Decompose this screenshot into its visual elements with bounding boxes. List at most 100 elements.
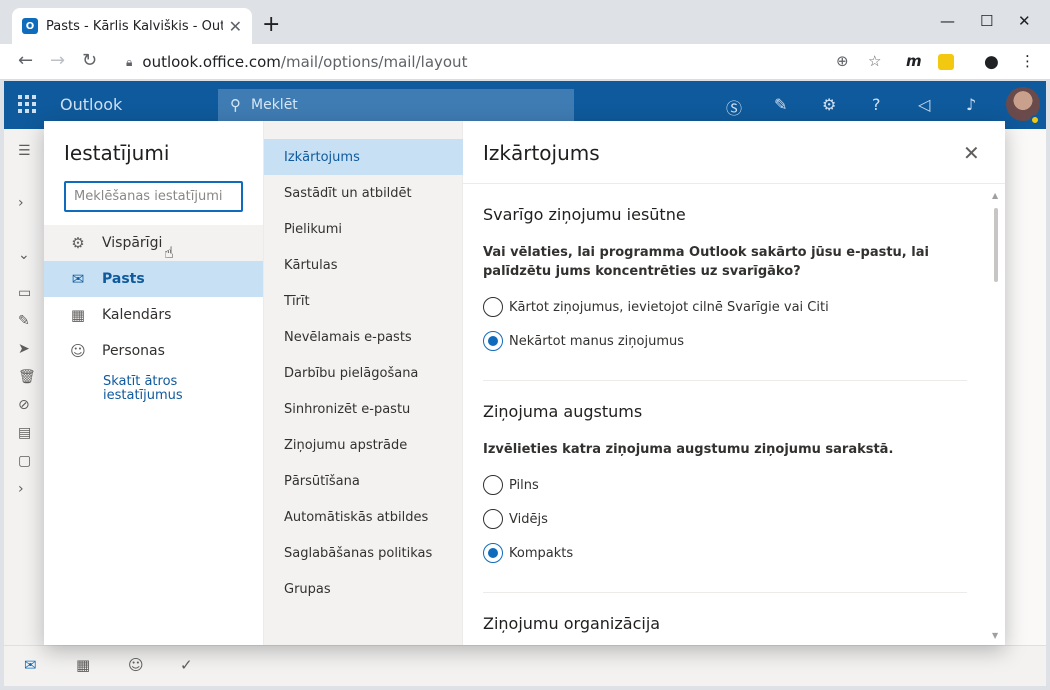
tab-close-icon[interactable]: ✕: [229, 17, 242, 36]
radio-button[interactable]: [483, 475, 503, 495]
browser-toolbar: ← → ↻ 🔒︎ outlook.office.com/mail/options…: [0, 44, 1050, 80]
settings-dialog: Iestatījumi ⚙ Vispārīgi ✉ Pasts ▦ Kalend…: [44, 121, 1005, 645]
quick-settings-link[interactable]: Skatīt ātros iestatījumus: [103, 375, 223, 403]
bookmark-star-icon[interactable]: ☆: [868, 52, 881, 70]
subcat-sync-email[interactable]: Sinhronizēt e-pastu: [264, 391, 463, 427]
search-icon: ⚲: [230, 96, 241, 114]
hamburger-menu-icon[interactable]: ☰: [18, 143, 31, 159]
maximize-icon[interactable]: ☐: [980, 12, 993, 30]
radio-button[interactable]: [483, 297, 503, 317]
browser-tab-bar: O Pasts - Kārlis Kalviškis - Outlook ✕ +…: [0, 0, 1050, 44]
extension-icon[interactable]: [938, 54, 954, 70]
drafts-icon[interactable]: ✎: [18, 313, 30, 329]
settings-categories: Iestatījumi ⚙ Vispārīgi ✉ Pasts ▦ Kalend…: [44, 121, 263, 645]
radio-height-medium[interactable]: Vidējs: [483, 509, 548, 529]
category-calendar[interactable]: ▦ Kalendārs: [44, 297, 263, 333]
radio-height-compact[interactable]: Kompakts: [483, 543, 573, 563]
reload-icon[interactable]: ↻: [82, 50, 97, 71]
scroll-up-icon[interactable]: ▲: [992, 191, 998, 200]
junk-icon[interactable]: ⊘: [18, 397, 30, 413]
pane-scrollbar[interactable]: ▲ ▼: [992, 191, 1000, 641]
new-tab-button[interactable]: +: [262, 14, 280, 36]
category-label: Pasts: [102, 271, 145, 287]
subcat-rules[interactable]: Kārtulas: [264, 247, 463, 283]
calendar-switch-icon[interactable]: ▦: [76, 656, 90, 674]
subcat-layout[interactable]: Izkārtojums: [264, 139, 463, 175]
radio-sort-focused[interactable]: Kārtot ziņojumus, ievietojot cilnē Svarī…: [483, 297, 829, 317]
settings-gear-icon[interactable]: ⚙: [822, 95, 836, 114]
category-label: Kalendārs: [102, 307, 172, 323]
subcat-junk[interactable]: Nevēlamais e-pasts: [264, 319, 463, 355]
menu-icon[interactable]: ⋮: [1020, 52, 1035, 70]
section-organization-title: Ziņojumu organizācija: [483, 614, 661, 633]
subcat-message-handling[interactable]: Ziņojumu apstrāde: [264, 427, 463, 463]
category-mail[interactable]: ✉ Pasts: [44, 261, 263, 297]
subcat-compose[interactable]: Sastādīt un atbildēt: [264, 175, 463, 211]
app-launcher-icon[interactable]: [18, 95, 36, 113]
inbox-icon[interactable]: ▭: [18, 285, 31, 301]
subcat-sweep[interactable]: Tīrīt: [264, 283, 463, 319]
radio-label: Kompakts: [509, 545, 574, 561]
radio-button-selected[interactable]: [483, 331, 503, 351]
calendar-icon: ▦: [70, 306, 86, 324]
notifications-bell-icon[interactable]: ♪: [966, 95, 976, 114]
help-icon[interactable]: ?: [872, 95, 881, 114]
browser-tab[interactable]: O Pasts - Kārlis Kalviškis - Outlook ✕: [12, 8, 252, 44]
focused-inbox-question: Vai vēlaties, lai programma Outlook sakā…: [483, 245, 929, 279]
subcat-retention[interactable]: Saglabāšanas politikas: [264, 535, 463, 571]
scroll-down-icon[interactable]: ▼: [992, 631, 998, 640]
chevron-right-icon[interactable]: ›: [18, 195, 24, 211]
settings-search-input[interactable]: [64, 181, 243, 212]
address-bar[interactable]: 🔒︎ outlook.office.com/mail/options/mail/…: [112, 48, 862, 76]
close-window-icon[interactable]: ✕: [1018, 12, 1031, 30]
mouse-cursor-icon: ☝: [164, 243, 174, 262]
feedback-icon[interactable]: ◁: [918, 95, 930, 114]
settings-subcategories: Izkārtojums Sastādīt un atbildēt Pieliku…: [263, 121, 463, 645]
archive-icon[interactable]: ▤: [18, 425, 31, 441]
profile-icon[interactable]: ●: [984, 52, 999, 72]
presence-status-icon: [1030, 115, 1040, 125]
outlook-favicon-icon: O: [22, 18, 38, 34]
section-focused-inbox-title: Svarīgo ziņojumu iesūtne: [483, 205, 686, 224]
category-people[interactable]: ☺ Personas: [44, 333, 263, 369]
todo-switch-icon[interactable]: ✓: [180, 656, 193, 674]
back-icon[interactable]: ←: [18, 50, 33, 71]
radio-button-selected[interactable]: [483, 543, 503, 563]
subcat-attachments[interactable]: Pielikumi: [264, 211, 463, 247]
category-general[interactable]: ⚙ Vispārīgi: [44, 225, 263, 261]
chevron-down-icon[interactable]: ⌄: [18, 247, 30, 263]
minimize-icon[interactable]: —: [940, 12, 955, 30]
people-switch-icon[interactable]: ☺: [128, 656, 144, 674]
left-nav-rail: ☰ › ⌄ ▭ ✎ ➤ 🗑︎ ⊘ ▤ ▢ ›: [4, 129, 44, 685]
expand-icon[interactable]: ›: [18, 481, 24, 497]
message-height-question: Izvēlieties katra ziņojuma augstumu ziņo…: [483, 442, 894, 457]
subcat-groups[interactable]: Grupas: [264, 571, 463, 607]
search-placeholder: Meklēt: [251, 97, 298, 113]
radio-button[interactable]: [483, 509, 503, 529]
close-icon[interactable]: ✕: [963, 141, 980, 165]
lock-icon: 🔒︎: [126, 54, 133, 69]
divider: [463, 183, 1005, 184]
category-label: Vispārīgi: [102, 235, 163, 251]
forward-icon[interactable]: →: [50, 50, 65, 71]
add-icon[interactable]: ⊕: [836, 52, 849, 70]
mail-switch-icon[interactable]: ✉: [24, 656, 37, 674]
scroll-thumb[interactable]: [994, 208, 998, 282]
gear-icon: ⚙: [71, 234, 85, 252]
radio-dont-sort[interactable]: Nekārtot manus ziņojumus: [483, 331, 684, 351]
radio-height-full[interactable]: Pilns: [483, 475, 539, 495]
deleted-icon[interactable]: 🗑︎: [18, 369, 36, 385]
subcat-forwarding[interactable]: Pārsūtīšana: [264, 463, 463, 499]
todo-icon[interactable]: ✎: [774, 95, 787, 114]
sent-icon[interactable]: ➤: [18, 341, 30, 357]
mail-icon: ✉: [71, 270, 85, 288]
section-message-height-title: Ziņojuma augstums: [483, 402, 643, 421]
extension-m-icon[interactable]: m: [906, 52, 922, 70]
subcat-auto-replies[interactable]: Automātiskās atbildes: [264, 499, 463, 535]
section-divider: [483, 592, 967, 593]
tab-title: Pasts - Kārlis Kalviškis - Outlook: [46, 18, 223, 34]
notes-icon[interactable]: ▢: [18, 453, 31, 469]
mail-search-input[interactable]: ⚲ Meklēt: [218, 89, 574, 121]
skype-icon[interactable]: Ⓢ: [726, 95, 742, 119]
subcat-customize-actions[interactable]: Darbību pielāgošana: [264, 355, 463, 391]
